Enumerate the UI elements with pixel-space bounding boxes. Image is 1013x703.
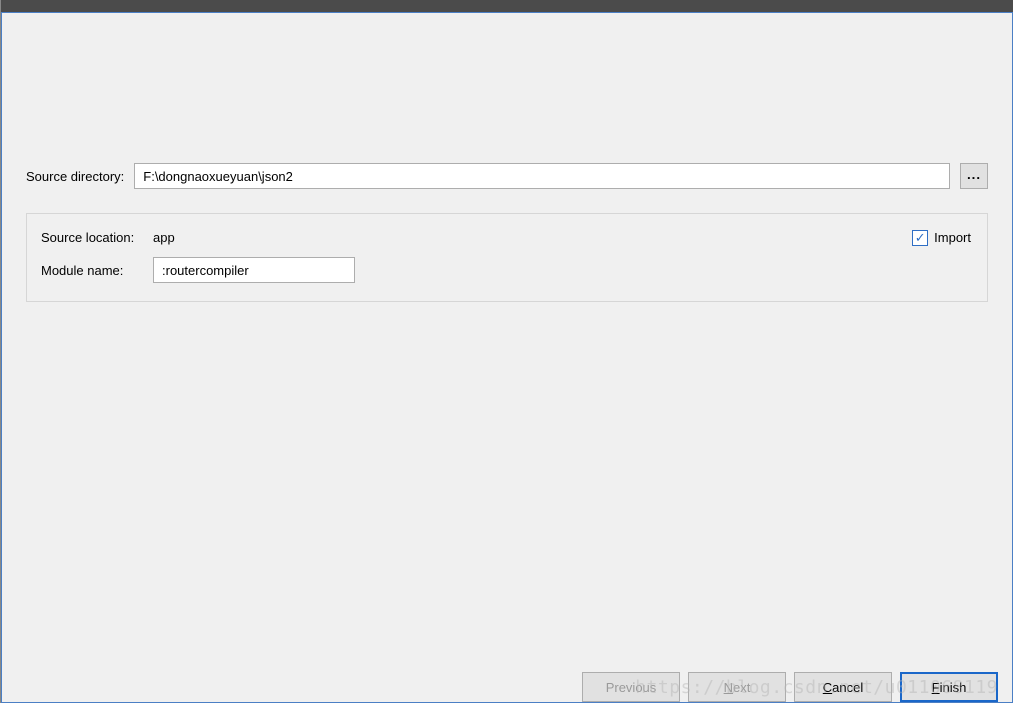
dialog: Source directory: ... Source location: a… — [1, 12, 1013, 703]
module-name-input[interactable] — [153, 257, 355, 283]
finish-button[interactable]: Finish — [900, 672, 998, 702]
previous-button: Previous — [582, 672, 680, 702]
source-directory-row: Source directory: ... — [26, 163, 988, 189]
import-label: Import — [934, 230, 971, 245]
import-checkbox[interactable]: ✓ — [912, 230, 928, 246]
source-location-label: Source location: — [41, 230, 145, 245]
check-icon: ✓ — [915, 231, 926, 244]
import-group: ✓ Import — [912, 230, 971, 246]
next-button: Next — [688, 672, 786, 702]
module-name-row: Module name: — [41, 257, 971, 283]
browse-button[interactable]: ... — [960, 163, 988, 189]
cancel-button[interactable]: Cancel — [794, 672, 892, 702]
source-location-row: Source location: app ✓ Import — [41, 228, 971, 247]
dialog-footer: https://blog.csdn.net/u011068119 Previou… — [2, 662, 1012, 702]
title-bar — [1, 0, 1013, 12]
dialog-body: Source directory: ... Source location: a… — [2, 13, 1012, 662]
source-location-value: app — [153, 228, 175, 247]
module-panel: Source location: app ✓ Import Module nam… — [26, 213, 988, 302]
window-frame: Source directory: ... Source location: a… — [0, 0, 1013, 703]
module-name-label: Module name: — [41, 263, 145, 278]
source-directory-label: Source directory: — [26, 169, 124, 184]
source-directory-input[interactable] — [134, 163, 950, 189]
